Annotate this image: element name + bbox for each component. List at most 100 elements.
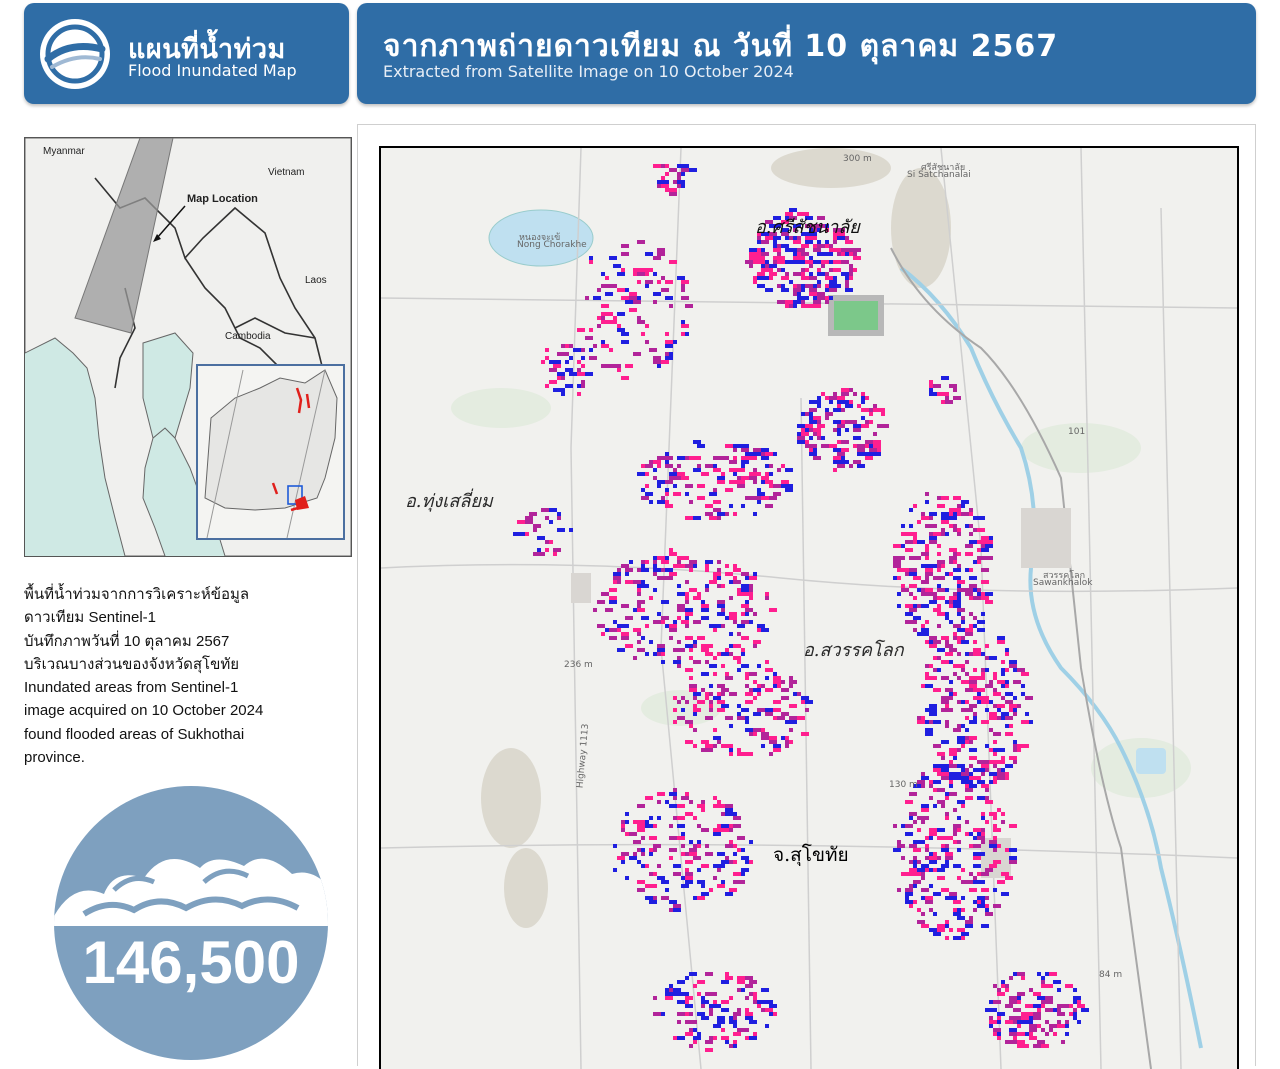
flood-pixel [853, 428, 861, 432]
flood-pixel [973, 652, 981, 656]
flood-pixel [985, 788, 989, 792]
flood-pixel [693, 516, 701, 520]
flood-pixel [689, 800, 693, 804]
flood-pixel [749, 1020, 757, 1024]
flood-pixel [937, 928, 945, 932]
label-elevation-84: 84 m [1099, 970, 1123, 980]
flood-pixel [985, 888, 989, 892]
flood-pixel [601, 304, 609, 308]
flood-pixel [981, 612, 985, 616]
flood-pixel [933, 744, 941, 748]
flood-pixel [637, 472, 645, 476]
flood-pixel [693, 644, 697, 648]
flood-pixel [873, 404, 877, 408]
flood-pixel [1005, 1040, 1013, 1044]
flood-pixel [1057, 1004, 1065, 1008]
flood-pixel [1005, 652, 1009, 656]
flood-pixel [757, 256, 765, 260]
flood-pixel [705, 512, 713, 516]
flood-pixel [753, 644, 757, 648]
flood-pixel [965, 660, 969, 664]
flood-pixel [717, 604, 725, 608]
flood-pixel [681, 844, 685, 848]
flood-pixel [565, 360, 569, 364]
flood-pixel [621, 632, 629, 636]
flood-pixel [833, 456, 837, 460]
flood-pixel [701, 748, 709, 752]
flood-pixel [749, 252, 753, 256]
flood-pixel [693, 816, 697, 820]
flood-pixel [929, 380, 933, 384]
flood-pixel [549, 508, 557, 512]
flood-pixel [721, 664, 725, 668]
flood-pixel [677, 648, 685, 652]
flood-pixel [729, 612, 737, 616]
flood-pixel [933, 644, 937, 648]
flood-pixel [653, 356, 661, 360]
flood-pixel [993, 672, 997, 676]
flood-pixel [685, 1020, 693, 1024]
flood-pixel [965, 652, 969, 656]
flood-pixel [657, 864, 661, 868]
flood-pixel [749, 596, 753, 600]
flood-pixel [733, 824, 741, 828]
flood-pixel [773, 492, 781, 496]
flood-pixel [1017, 744, 1021, 748]
flood-pixel [741, 572, 749, 576]
flood-pixel [745, 976, 753, 980]
flood-pixel [733, 580, 741, 584]
flood-pixel [753, 712, 761, 716]
flood-pixel [789, 280, 793, 284]
flood-pixel [685, 720, 693, 724]
flood-pixel [693, 856, 701, 860]
flood-pixel [557, 516, 561, 520]
flood-pixel [765, 1000, 773, 1004]
flood-pixel [865, 456, 873, 460]
flood-pixel [677, 1020, 681, 1024]
flood-pixel [609, 636, 617, 640]
flood-pixel [997, 1012, 1005, 1016]
flood-pixel [613, 844, 617, 848]
flood-pixel [893, 544, 901, 548]
flood-pixel [673, 900, 677, 904]
flood-pixel [937, 624, 941, 628]
flood-pixel [941, 660, 949, 664]
flood-pixel [677, 656, 681, 660]
flood-pixel [581, 364, 585, 368]
flood-pixel [933, 676, 937, 680]
flood-pixel [981, 540, 989, 544]
flood-pixel [749, 456, 757, 460]
flood-pixel [633, 580, 641, 584]
flood-pixel [869, 452, 873, 456]
flood-pixel [685, 740, 693, 744]
flood-pixel [953, 900, 961, 904]
flood-pixel [705, 588, 709, 592]
flood-pixel [661, 360, 669, 364]
flood-pixel [533, 528, 537, 532]
flood-pixel [929, 928, 937, 932]
flood-map[interactable]: อ.ศรีสัชนาลัย อ.ทุ่งเสลี่ยม อ.สวรรคโลก จ… [379, 146, 1239, 1069]
flood-pixel [645, 624, 649, 628]
flood-pixel [941, 400, 945, 404]
flood-pixel [1077, 1020, 1081, 1024]
flood-pixel [533, 524, 541, 528]
flood-pixel [897, 844, 905, 848]
flood-pixel [733, 472, 737, 476]
flood-pixel [733, 1044, 737, 1048]
flood-pixel [965, 716, 969, 720]
flood-pixel [845, 252, 849, 256]
flood-pixel [921, 888, 929, 892]
flood-pixel [645, 560, 649, 564]
flood-pixel [597, 288, 601, 292]
flood-pixel [965, 820, 969, 824]
flood-pixel [965, 880, 973, 884]
flood-pixel [997, 880, 1005, 884]
flood-pixel [937, 856, 941, 860]
flood-pixel [973, 668, 977, 672]
flood-pixel [625, 568, 633, 572]
flood-pixel [601, 320, 609, 324]
flood-pixel [625, 300, 633, 304]
flood-pixel [961, 512, 969, 516]
flood-pixel [665, 988, 669, 992]
flood-pixel [737, 484, 745, 488]
